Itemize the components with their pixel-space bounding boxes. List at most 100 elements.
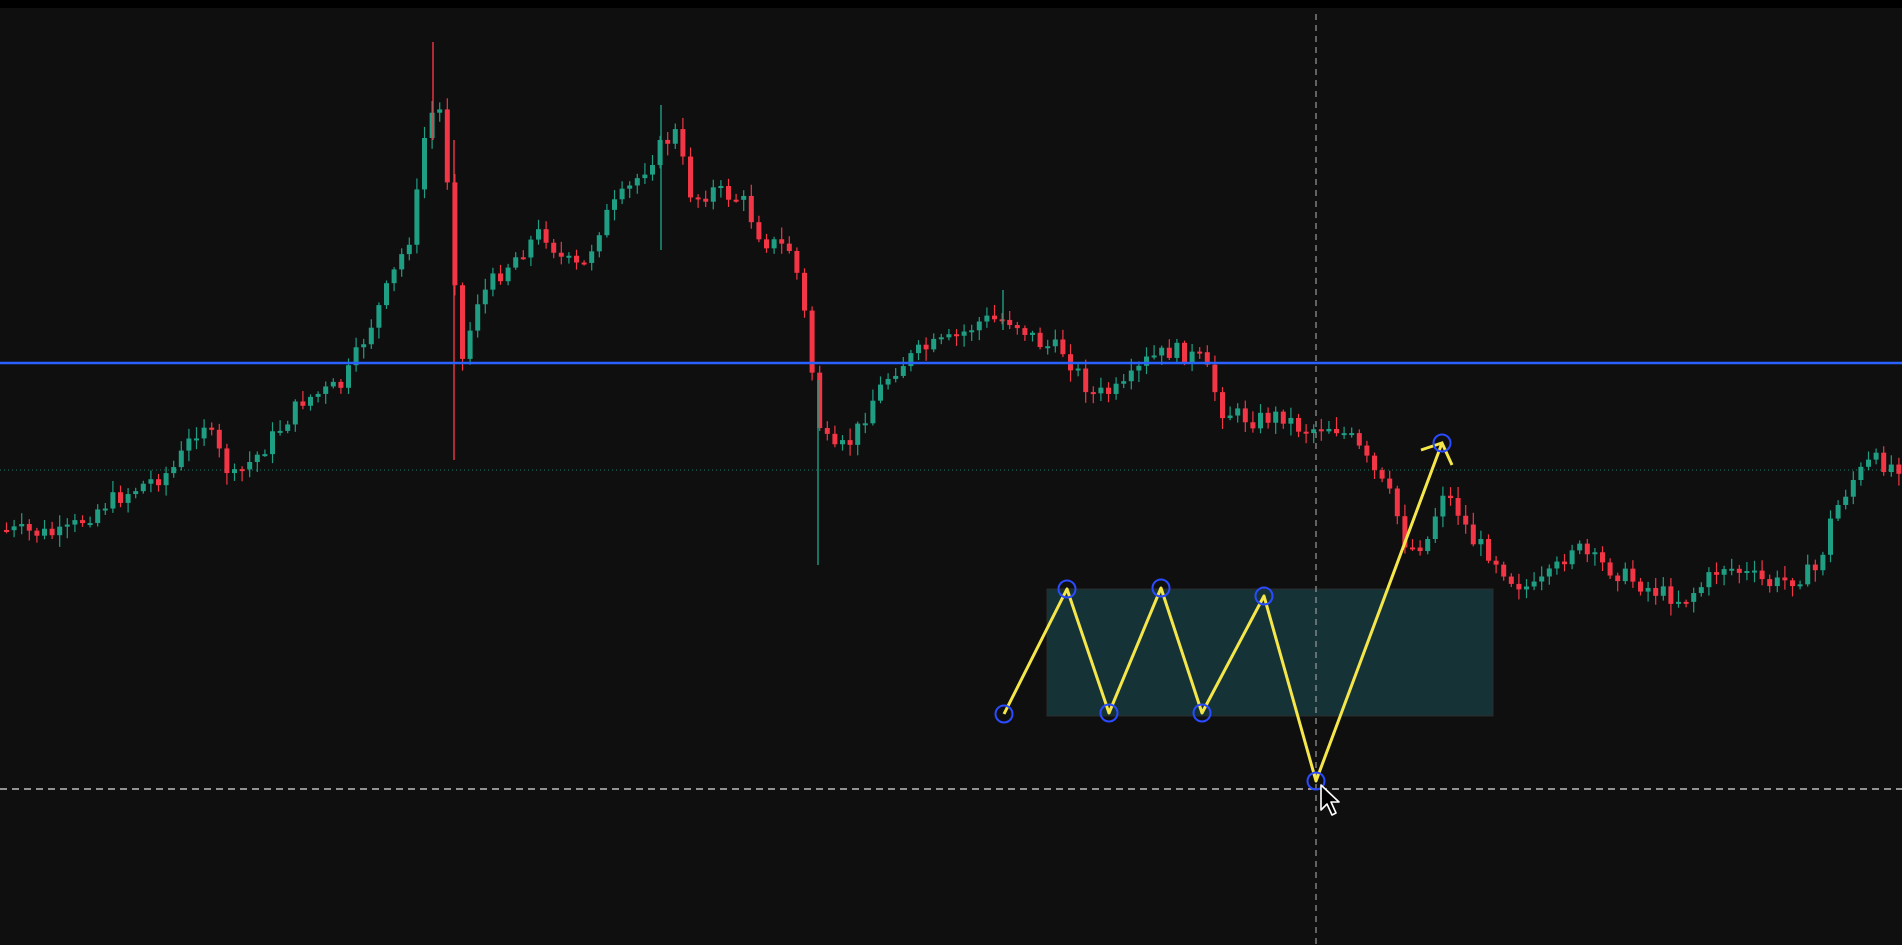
candle-body [1372,455,1377,471]
candle-body [224,448,230,474]
candle-body [1736,568,1742,573]
candle-body [1326,428,1332,432]
candle-body [315,393,321,397]
candle-body [323,386,329,394]
candle-body [984,315,990,322]
candle-body [216,429,222,449]
candle-body [1797,584,1803,587]
candle-body [847,440,853,445]
candle-body [1607,562,1613,576]
candle-body [64,524,70,527]
pattern-range-box[interactable] [1046,588,1494,717]
candle-body [1387,478,1393,489]
candle-body [1379,470,1385,479]
candle-body [490,273,496,290]
candle-body [771,239,777,249]
candle-body [916,344,921,354]
candle-body [832,433,838,445]
candle-body [893,375,899,379]
candle-body [1683,601,1689,604]
candle-body [148,479,154,484]
candle-body [186,438,192,451]
candle-body [650,165,655,175]
candle-body [1546,568,1552,577]
candle-body [422,137,427,190]
candle-body [1250,422,1256,429]
candle-body [1030,332,1035,335]
candle-body [1812,564,1818,571]
candle-body [1318,429,1324,432]
candle-body [1022,328,1028,335]
candle-body [1121,381,1127,384]
candle-body [1303,431,1309,434]
candle-body [1820,554,1826,571]
candle-body [292,401,298,425]
candle-body [1698,587,1704,594]
candle-body [885,378,891,385]
candle-body [118,492,123,503]
candle-body [201,427,207,439]
candle-body [125,494,131,503]
candle-body [923,344,929,350]
candle-body [19,524,25,527]
candle-body [1394,488,1400,517]
candle-body [475,304,481,331]
candle-body [110,492,116,509]
candle-body [779,239,785,244]
candle-body [330,381,336,387]
price-chart[interactable] [0,0,1902,945]
candle-body [399,254,405,270]
candle-body [460,285,465,359]
candle-body [42,528,47,536]
candle-body [1448,495,1453,499]
candle-body [627,185,633,189]
candle-body [1425,539,1431,552]
candle-body [1242,408,1248,423]
candle-body [87,523,93,526]
candle-body [1622,568,1628,582]
candle-body [133,491,139,495]
candle-body [4,530,9,532]
candle-body [346,365,351,388]
candle-body [855,423,861,445]
candle-body [163,473,169,486]
candle-body [1227,415,1233,419]
candle-body [1835,504,1841,519]
candle-body [931,338,937,350]
candle-body [11,526,17,531]
candle-body [764,239,769,249]
candle-body [1060,339,1066,355]
candle-body [285,424,291,431]
candle-body [1463,515,1469,525]
chart-area[interactable] [0,0,1902,945]
candle-body [672,129,678,144]
candle-body [1136,365,1142,371]
candle-body [156,479,161,486]
candle-body [1562,561,1567,565]
candle-body [1600,552,1605,563]
candle-body [429,112,435,138]
candle-body [574,255,579,263]
candle-body [528,239,534,258]
candle-body [1166,347,1172,358]
candle-body [1197,351,1203,354]
candle-body [946,334,952,338]
candle-body [824,428,830,434]
candle-body [1113,383,1119,394]
candle-body [26,524,32,531]
candle-body [247,462,253,470]
candle-body [566,255,572,258]
candle-body [1432,516,1438,540]
candle-body [80,520,85,524]
candle-body [1106,387,1111,394]
candle-body [1083,368,1089,393]
candle-body [870,400,876,424]
candle-body [558,252,564,257]
candle-body [1364,445,1370,456]
candle-body [1850,479,1856,497]
candle-body [1486,539,1491,561]
candle-body [498,273,503,282]
candle-body [536,229,541,240]
candle-body [695,197,701,200]
candle-body [194,438,199,441]
